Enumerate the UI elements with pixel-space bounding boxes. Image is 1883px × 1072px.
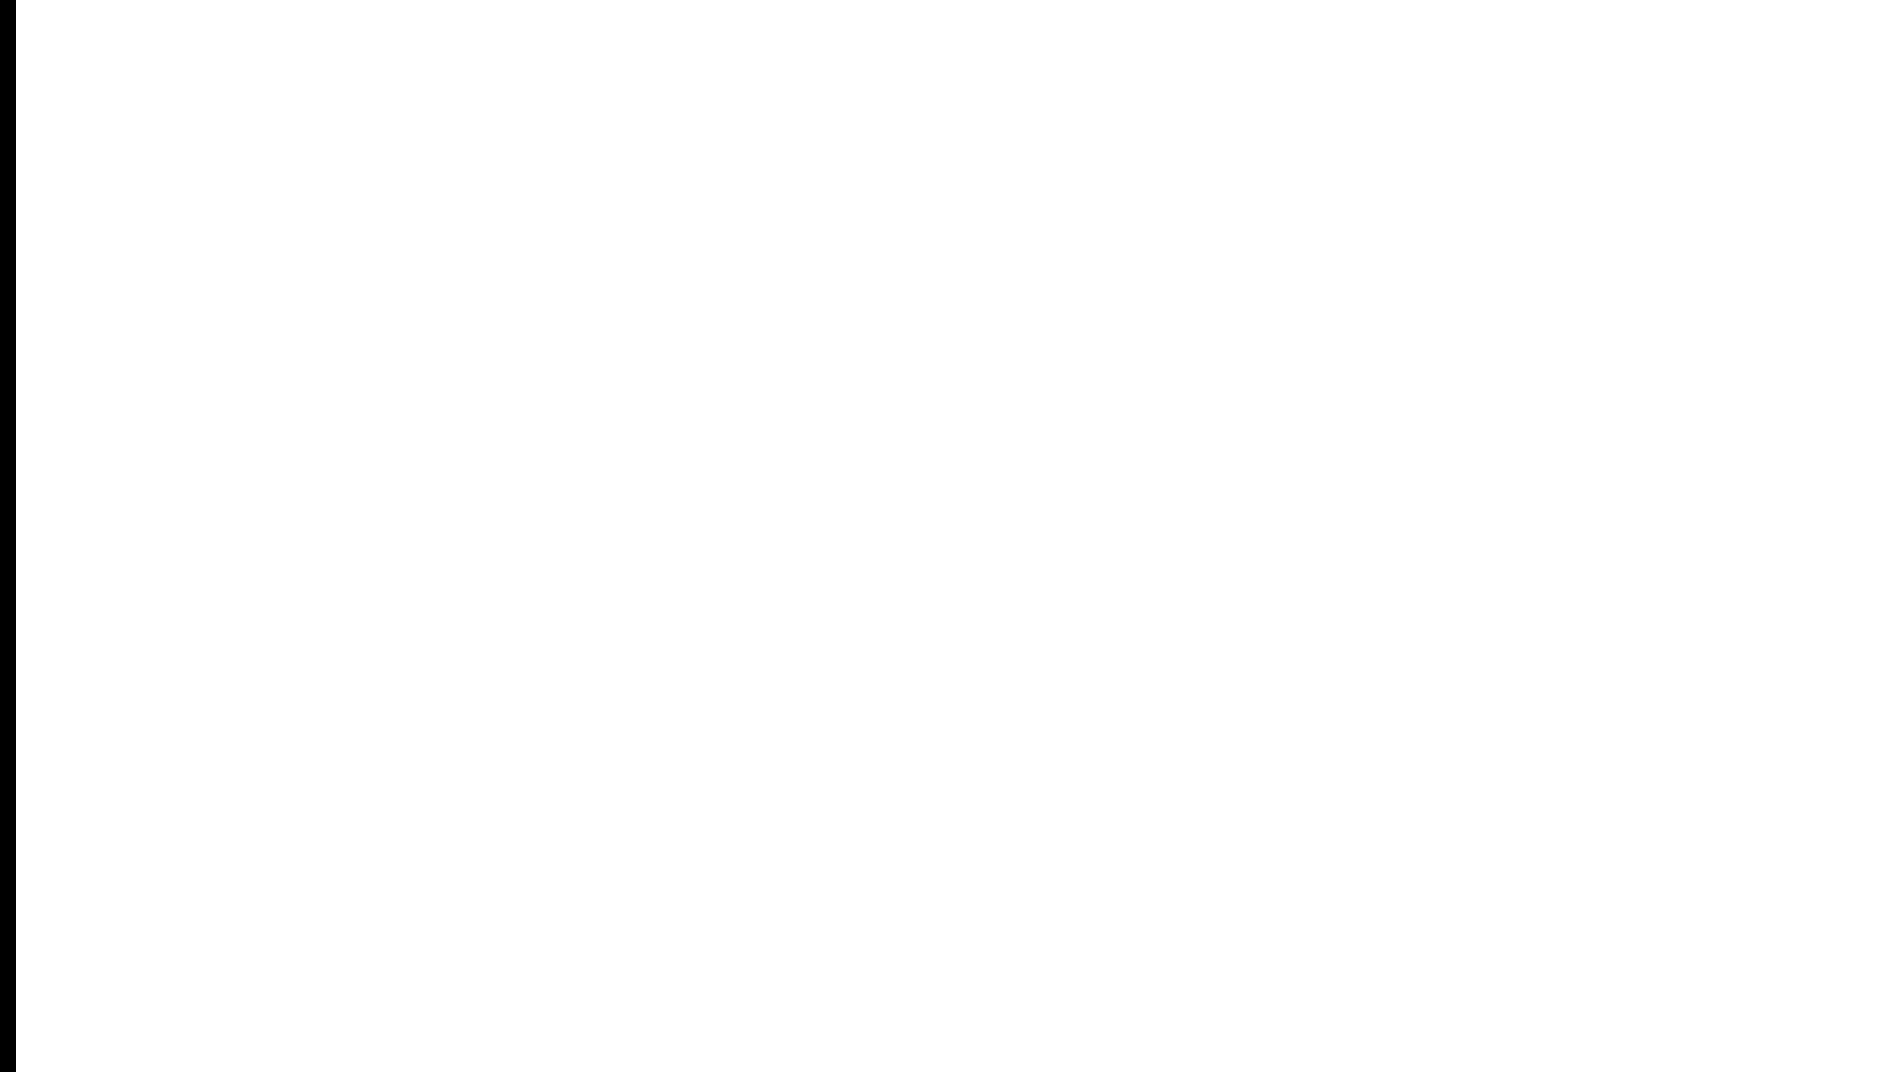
- panel-divider: [8, 0, 16, 1072]
- panel-divider: [0, 0, 8, 1072]
